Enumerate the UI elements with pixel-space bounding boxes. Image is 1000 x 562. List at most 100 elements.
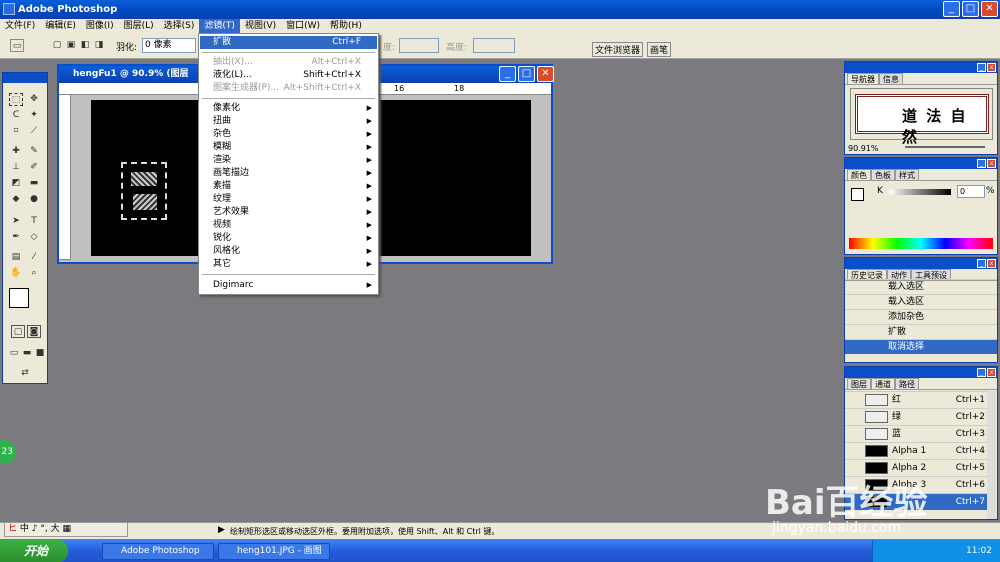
color-fg-swatch[interactable]: [851, 188, 864, 201]
filter-submenu-brush-strokes[interactable]: 画笔描边 ▶: [200, 167, 377, 180]
channel-row[interactable]: Alpha 2 Ctrl+5: [845, 459, 987, 476]
screen-mode-1-icon[interactable]: ▭: [7, 347, 21, 360]
healing-brush-icon[interactable]: ✚: [9, 145, 23, 158]
intersect-selection-icon[interactable]: ◨: [92, 39, 106, 52]
eraser-tool-icon[interactable]: ◩: [9, 177, 23, 190]
menu-image[interactable]: 图像(I): [81, 19, 119, 33]
color-ramp[interactable]: [849, 238, 993, 249]
menu-window[interactable]: 窗口(W): [281, 19, 325, 33]
panel-close-button[interactable]: x: [987, 63, 996, 72]
magic-wand-icon[interactable]: ✦: [27, 109, 41, 122]
navigator-zoom-slider[interactable]: [905, 146, 985, 148]
menu-file[interactable]: 文件(F): [0, 19, 40, 33]
filter-submenu-other[interactable]: 其它 ▶: [200, 258, 377, 271]
feather-input[interactable]: 0 像素: [142, 38, 196, 53]
tab-channels[interactable]: 通道: [871, 378, 895, 389]
tab-swatches[interactable]: 色板: [871, 169, 895, 180]
panel-close-button[interactable]: x: [987, 368, 996, 377]
doc-close-button[interactable]: ✕: [537, 66, 554, 82]
history-brush-icon[interactable]: ✐: [27, 161, 41, 174]
k-slider[interactable]: [889, 189, 951, 195]
tab-info[interactable]: 信息: [879, 73, 903, 84]
pen-tool-icon[interactable]: ✒: [9, 231, 23, 244]
path-select-icon[interactable]: ➤: [9, 215, 23, 228]
filter-submenu-digimarc[interactable]: Digimarc ▶: [200, 279, 377, 292]
menu-help[interactable]: 帮助(H): [325, 19, 367, 33]
doc-maximize-button[interactable]: □: [518, 66, 535, 82]
clone-stamp-icon[interactable]: ⊥: [9, 161, 23, 174]
zoom-tool-icon[interactable]: ⌕: [27, 267, 41, 280]
history-item[interactable]: 载入选区: [845, 279, 997, 294]
tab-layers[interactable]: 图层: [847, 378, 871, 389]
filter-submenu-sketch[interactable]: 素描 ▶: [200, 180, 377, 193]
filter-submenu-video[interactable]: 视频 ▶: [200, 219, 377, 232]
taskbar-item-photoshop[interactable]: Adobe Photoshop: [102, 543, 214, 560]
close-button[interactable]: ✕: [981, 1, 998, 17]
gradient-tool-icon[interactable]: ▬: [27, 177, 41, 190]
maximize-button[interactable]: □: [962, 1, 979, 17]
eyedropper-icon[interactable]: ⁄: [27, 251, 41, 264]
brush-tool-icon[interactable]: ✎: [27, 145, 41, 158]
hand-tool-icon[interactable]: ✋: [9, 267, 23, 280]
channels-scrollbar[interactable]: [987, 391, 996, 519]
minimize-button[interactable]: _: [943, 1, 960, 17]
width-input[interactable]: [399, 38, 439, 53]
menu-filter[interactable]: 滤镜(T): [199, 19, 240, 33]
history-item[interactable]: 添加杂色: [845, 309, 997, 324]
tab-navigator[interactable]: 导航器: [847, 73, 879, 84]
filter-submenu-artistic[interactable]: 艺术效果 ▶: [200, 206, 377, 219]
start-button[interactable]: 开始: [0, 540, 68, 562]
menu-select[interactable]: 选择(S): [159, 19, 200, 33]
slice-tool-icon[interactable]: ⟋: [27, 125, 41, 138]
dodge-tool-icon[interactable]: ●: [27, 193, 41, 206]
screen-mode-3-icon[interactable]: ■: [33, 347, 47, 360]
channel-row[interactable]: Alpha 1 Ctrl+4: [845, 442, 987, 459]
history-item-selected[interactable]: 取消选择: [845, 339, 997, 354]
screen-mode-2-icon[interactable]: ▬: [20, 347, 34, 360]
k-value-input[interactable]: 0: [957, 185, 985, 198]
move-tool-icon[interactable]: ✥: [27, 93, 41, 106]
navigator-preview[interactable]: 道 法 自 然: [850, 88, 993, 146]
menu-view[interactable]: 视图(V): [240, 19, 281, 33]
marquee-tool-icon[interactable]: ⬚: [9, 93, 23, 106]
tab-color[interactable]: 颜色: [847, 169, 871, 180]
filter-submenu-blur[interactable]: 模糊 ▶: [200, 141, 377, 154]
tab-paths[interactable]: 路径: [895, 378, 919, 389]
filter-liquify[interactable]: 液化(L)... Shift+Ctrl+X: [200, 69, 377, 82]
add-selection-icon[interactable]: ▣: [64, 39, 78, 52]
tab-file-browser[interactable]: 文件浏览器: [592, 42, 644, 57]
foreground-color-swatch[interactable]: [9, 288, 29, 308]
panel-minimize-button[interactable]: _: [977, 63, 986, 72]
status-arrow-icon[interactable]: ▶: [218, 525, 225, 535]
standard-mode-icon[interactable]: ▢: [11, 325, 25, 338]
panel-close-button[interactable]: x: [987, 159, 996, 168]
marquee-preset-icon[interactable]: ▭: [10, 39, 24, 52]
notes-tool-icon[interactable]: ▤: [9, 251, 23, 264]
filter-last-diffuse[interactable]: 扩散 Ctrl+F: [200, 36, 377, 49]
navigator-zoom-value[interactable]: 90.91%: [848, 144, 879, 153]
doc-minimize-button[interactable]: _: [499, 66, 516, 82]
filter-submenu-render[interactable]: 渲染 ▶: [200, 154, 377, 167]
filter-submenu-sharpen[interactable]: 锐化 ▶: [200, 232, 377, 245]
menu-layer[interactable]: 图层(L): [119, 19, 159, 33]
history-item[interactable]: 扩散: [845, 324, 997, 339]
new-selection-icon[interactable]: ▢: [50, 39, 64, 52]
crop-tool-icon[interactable]: ⌗: [9, 125, 23, 138]
menu-edit[interactable]: 编辑(E): [40, 19, 81, 33]
jump-to-imageready-icon[interactable]: ⇄: [9, 367, 41, 380]
tab-styles[interactable]: 样式: [895, 169, 919, 180]
channel-row[interactable]: 蓝 Ctrl+3: [845, 425, 987, 442]
panel-close-button[interactable]: x: [987, 259, 996, 268]
type-tool-icon[interactable]: T: [27, 215, 41, 228]
floating-badge[interactable]: 23: [0, 440, 16, 464]
subtract-selection-icon[interactable]: ◧: [78, 39, 92, 52]
filter-submenu-stylize[interactable]: 风格化 ▶: [200, 245, 377, 258]
channel-row[interactable]: 红 Ctrl+1: [845, 391, 987, 408]
filter-submenu-texture[interactable]: 纹理 ▶: [200, 193, 377, 206]
panel-minimize-button[interactable]: _: [977, 259, 986, 268]
filter-pattern-maker[interactable]: 图案生成器(P)... Alt+Shift+Ctrl+X: [200, 82, 377, 95]
taskbar-item-paint[interactable]: heng101.JPG - 画图: [218, 543, 330, 560]
lasso-tool-icon[interactable]: ᑕ: [9, 109, 23, 122]
channel-row[interactable]: 绿 Ctrl+2: [845, 408, 987, 425]
ime-toolbar[interactable]: ヒ 中 ♪ °, 大 ▦: [4, 522, 128, 537]
